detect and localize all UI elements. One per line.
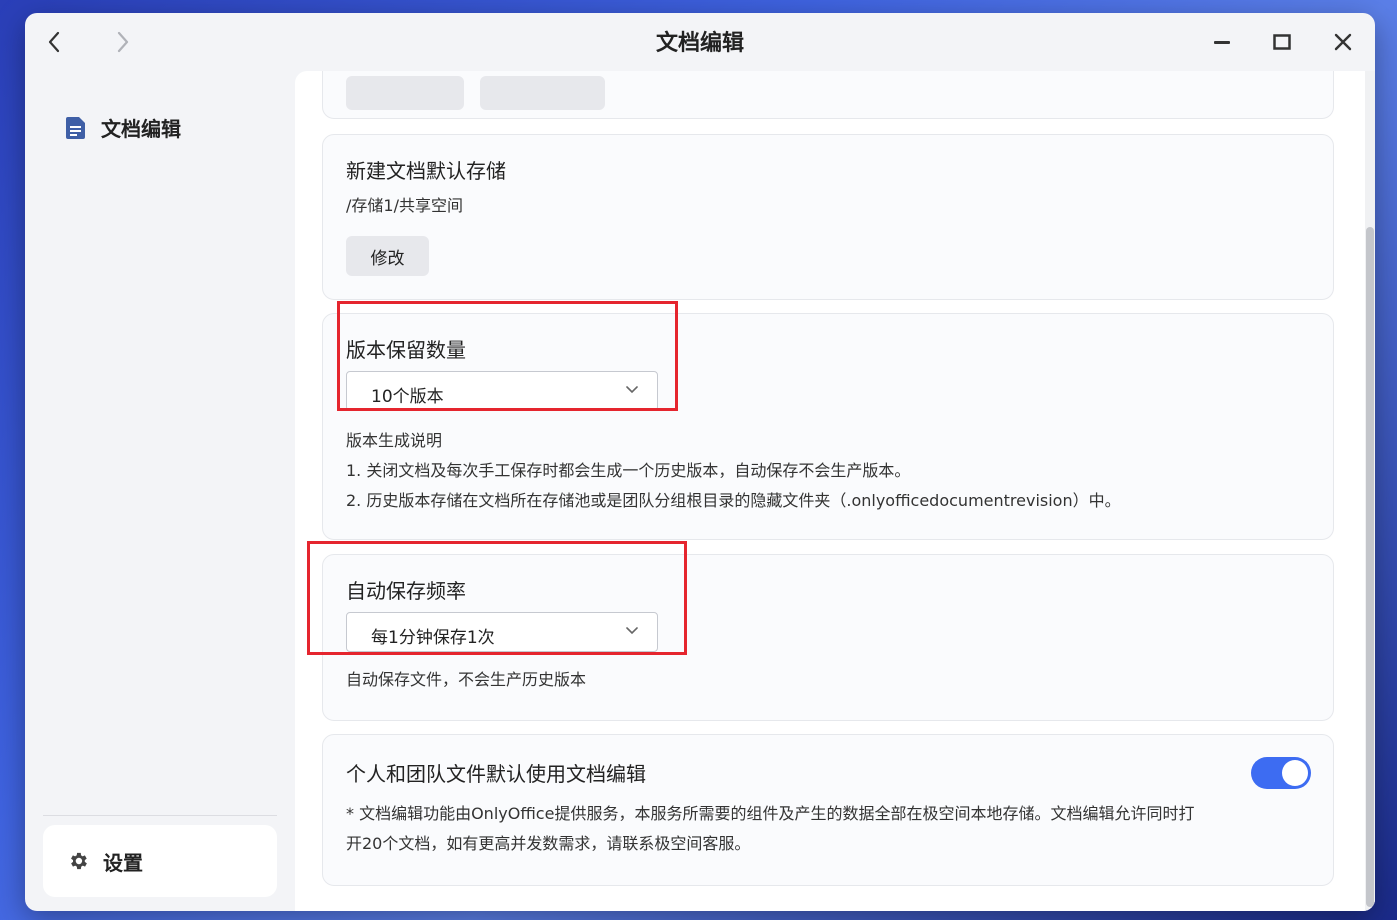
modify-storage-button[interactable]: 修改 <box>346 236 429 276</box>
sidebar-item-label: 文档编辑 <box>101 117 181 141</box>
minimize-button[interactable] <box>1209 30 1235 54</box>
versions-desc-1: 1. 关闭文档及每次手工保存时都会生成一个历史版本，自动保存不会生产版本。 <box>346 461 911 480</box>
settings-button[interactable]: 设置 <box>43 825 277 897</box>
storage-path: /存储1/共享空间 <box>346 196 463 215</box>
top-button-1[interactable] <box>346 76 464 110</box>
default-use-toggle[interactable] <box>1251 757 1311 789</box>
card-default-editor: 个人和团队文件默认使用文档编辑 * 文档编辑功能由OnlyOffice提供服务，… <box>322 734 1334 886</box>
minimize-icon <box>1214 41 1230 44</box>
app-window: 文档编辑 文档编辑 设置 新建文档默认存储 /存储1/共享空间 修改 版本保留数… <box>25 13 1375 911</box>
document-icon <box>66 116 85 139</box>
card-partial-top <box>322 71 1334 119</box>
versions-desc-2: 2. 历史版本存储在文档所在存储池或是团队分组根目录的隐藏文件夹（.onlyof… <box>346 491 1121 510</box>
toggle-knob <box>1282 760 1308 786</box>
settings-panel: 新建文档默认存储 /存储1/共享空间 修改 版本保留数量 10个版本 版本生成说… <box>295 71 1375 911</box>
default-use-note-2: 开20个文档，如有更高并发数需求，请联系极空间客服。 <box>346 834 751 853</box>
card-autosave-frequency: 自动保存频率 每1分钟保存1次 自动保存文件，不会生产历史版本 <box>322 554 1334 721</box>
close-button[interactable] <box>1330 30 1356 54</box>
scrollbar[interactable] <box>1365 71 1375 911</box>
maximize-button[interactable] <box>1269 30 1295 54</box>
autosave-select-value: 每1分钟保存1次 <box>371 628 495 648</box>
default-use-note-1: * 文档编辑功能由OnlyOffice提供服务，本服务所需要的组件及产生的数据全… <box>346 804 1195 823</box>
window-title: 文档编辑 <box>655 31 744 56</box>
title-bar: 文档编辑 <box>25 13 1375 71</box>
default-use-title: 个人和团队文件默认使用文档编辑 <box>346 762 646 786</box>
gear-icon <box>71 852 87 870</box>
settings-label: 设置 <box>103 850 143 875</box>
versions-title: 版本保留数量 <box>346 338 466 362</box>
sidebar-divider <box>43 815 277 816</box>
versions-desc-title: 版本生成说明 <box>346 431 443 450</box>
autosave-note: 自动保存文件，不会生产历史版本 <box>346 670 587 689</box>
versions-select-value: 10个版本 <box>371 387 444 407</box>
card-default-storage: 新建文档默认存储 /存储1/共享空间 修改 <box>322 134 1334 300</box>
card-version-retention: 版本保留数量 10个版本 版本生成说明 1. 关闭文档及每次手工保存时都会生成一… <box>322 313 1334 540</box>
scrollbar-thumb[interactable] <box>1366 227 1374 907</box>
autosave-title: 自动保存频率 <box>346 579 466 603</box>
storage-title: 新建文档默认存储 <box>346 159 506 183</box>
chevron-down-icon <box>626 386 638 394</box>
maximize-icon <box>1273 34 1291 50</box>
autosave-select[interactable]: 每1分钟保存1次 <box>346 612 658 652</box>
sidebar: 文档编辑 设置 <box>25 71 295 911</box>
close-icon <box>1334 33 1352 51</box>
chevron-down-icon <box>626 627 638 635</box>
top-button-2[interactable] <box>480 76 605 110</box>
sidebar-item-document-editor[interactable]: 文档编辑 <box>65 113 181 142</box>
versions-select[interactable]: 10个版本 <box>346 371 658 411</box>
